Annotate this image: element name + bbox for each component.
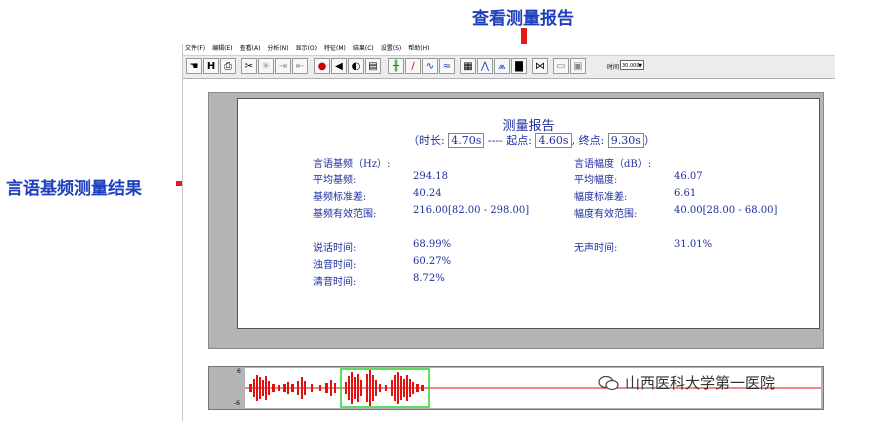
start-label: ---- 起点: [487, 134, 532, 147]
overlay-icon[interactable]: ▣ [570, 58, 586, 74]
amplitude-mean-value: 46.07 [674, 171, 703, 182]
envelope-icon[interactable]: ⋈ [532, 58, 548, 74]
amplitude-header: 言语幅度（dB）: [574, 159, 652, 170]
report-time-range: （时长: 4.70s ---- 起点: 4.60s, 终点: 9.30s） [408, 133, 655, 148]
pitch-range-value: 216.00[82.00 - 298.00] [413, 205, 530, 216]
amplitude-range-label: 幅度有效范围: [574, 209, 638, 220]
pointer-tool-icon[interactable]: ☚ [186, 58, 202, 74]
wand-icon[interactable]: ✳ [258, 58, 274, 74]
start-value: 4.60s [535, 133, 572, 148]
pitch-mean-value: 294.18 [413, 171, 448, 182]
annotation-view-report: 查看测量报告 [472, 9, 574, 29]
timing-section: 说话时间: 68.99% 浊音时间: 60.27% 清音时间: 8.72% [313, 239, 563, 294]
pitch-curve-icon[interactable]: ∕ [405, 58, 421, 74]
menu-analyze[interactable]: 分析(N) [267, 44, 288, 53]
amplitude-range-value: 40.00[28.00 - 68.00] [674, 205, 778, 216]
record-icon[interactable]: ● [314, 58, 330, 74]
pitch-range-label: 基频有效范围: [313, 209, 377, 220]
pitch-section: 言语基频（Hz）: 平均基频: 294.18 基频标准差: 40.24 基频有效… [313, 155, 563, 225]
menu-file[interactable]: 文件(F) [185, 44, 205, 53]
menu-features[interactable]: 特征(M) [324, 44, 346, 53]
import-icon[interactable]: ⇥ [275, 58, 291, 74]
voiced-time-value: 60.27% [413, 256, 452, 267]
bar-chart-icon[interactable]: ▇ [511, 58, 527, 74]
silence-time-value: 31.01% [674, 239, 713, 250]
wave-icon[interactable]: ∿ [422, 58, 438, 74]
menu-edit[interactable]: 编辑(E) [212, 44, 232, 53]
speech-time-label: 说话时间: [313, 243, 357, 254]
wave-compare-icon[interactable]: ≈ [439, 58, 455, 74]
toolbar: ☚ H ⎙ ✂ ✳ ⇥ ⇤ ● ◀ ◐ ▤ ╫ ∕ ∿ ≈ ▦ ⋀ ⩕ ▇ ⋈ … [183, 55, 835, 79]
amplitude-std-value: 6.61 [674, 188, 697, 199]
menu-view[interactable]: 查看(A) [240, 44, 261, 53]
spectrum-icon[interactable]: ╫ [388, 58, 404, 74]
menu-settings[interactable]: 设置(S) [381, 44, 402, 53]
scale-top: 6 [237, 368, 241, 375]
amplitude-std-label: 幅度标准差: [574, 192, 628, 203]
time-label: 时间 [607, 64, 620, 71]
end-value: 9.30s [607, 133, 644, 148]
pitch-std-label: 基频标准差: [313, 192, 367, 203]
silence-time-label: 无声时间: [574, 243, 618, 254]
report-page: 测量报告 （时长: 4.70s ---- 起点: 4.60s, 终点: 9.30… [237, 98, 820, 329]
play-selection-icon[interactable]: ◐ [348, 58, 364, 74]
app-window: 文件(F) 编辑(E) 查看(A) 分析(N) 显示(O) 特征(M) 结果(C… [182, 44, 835, 421]
lpc-icon[interactable]: ⋀ [477, 58, 493, 74]
cut-icon[interactable]: ✂ [241, 58, 257, 74]
formant-icon[interactable]: ⩕ [494, 58, 510, 74]
silence-section: 无声时间: 31.01% [574, 239, 774, 259]
save-icon[interactable]: H [203, 58, 219, 74]
end-label: 终点: [578, 134, 605, 147]
scale-bottom: -6 [234, 400, 240, 407]
export-icon[interactable]: ⇤ [292, 58, 308, 74]
watermark: 山西医科大学第一医院 [598, 372, 775, 393]
annotation-pitch-result: 言语基频测量结果 [6, 179, 142, 199]
watermark-text: 山西医科大学第一医院 [625, 374, 776, 392]
speech-time-value: 68.99% [413, 239, 452, 250]
pitch-mean-label: 平均基频: [313, 175, 357, 186]
pitch-header: 言语基频（Hz）: [313, 159, 391, 170]
chevron-down-icon: ▼ [638, 63, 642, 69]
voiced-time-label: 浊音时间: [313, 260, 357, 271]
report-frame: 测量报告 （时长: 4.70s ---- 起点: 4.60s, 终点: 9.30… [208, 92, 824, 349]
grid-icon[interactable]: ▦ [460, 58, 476, 74]
report-icon[interactable]: ▤ [365, 58, 381, 74]
play-icon[interactable]: ◀ [331, 58, 347, 74]
menu-display[interactable]: 显示(O) [296, 44, 317, 53]
unvoiced-time-label: 清音时间: [313, 277, 357, 288]
amplitude-section: 言语幅度（dB）: 平均幅度: 46.07 幅度标准差: 6.61 幅度有效范围… [574, 155, 814, 225]
duration-value: 4.70s [448, 133, 485, 148]
menu-results[interactable]: 结果(C) [353, 44, 374, 53]
print-icon[interactable]: ⎙ [220, 58, 236, 74]
pitch-std-value: 40.24 [413, 188, 442, 199]
time-dropdown[interactable]: 30.000 ▼ [620, 60, 644, 70]
duration-label: （时长: [408, 134, 445, 147]
time-value: 30.000 [622, 63, 640, 69]
menu-bar: 文件(F) 编辑(E) 查看(A) 分析(N) 显示(O) 特征(M) 结果(C… [183, 44, 837, 53]
amplitude-mean-label: 平均幅度: [574, 175, 618, 186]
compare-icon[interactable]: ▭ [553, 58, 569, 74]
wechat-icon [598, 375, 619, 390]
unvoiced-time-value: 8.72% [413, 273, 445, 284]
menu-help[interactable]: 帮助(H) [408, 44, 429, 53]
end-close: ） [643, 134, 655, 147]
